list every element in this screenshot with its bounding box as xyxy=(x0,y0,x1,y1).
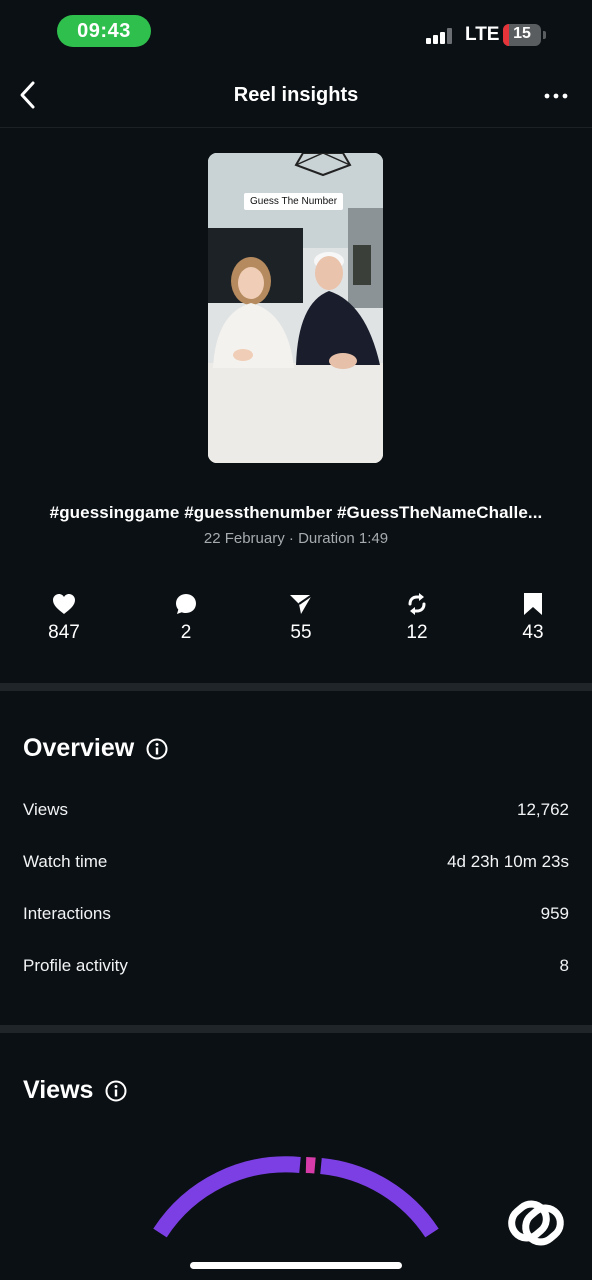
reel-meta: 22 February · Duration 1:49 xyxy=(203,530,389,547)
views-title: Views xyxy=(23,1076,94,1104)
overview-title: Overview xyxy=(23,734,135,762)
more-horizontal-icon xyxy=(544,93,568,99)
status-time: 09:43 xyxy=(57,15,151,47)
nav-bar: Reel insights xyxy=(0,62,592,128)
shares-count: 55 xyxy=(290,622,312,643)
status-bar: 09:43 LTE 15 xyxy=(0,0,592,62)
app-logo-icon xyxy=(508,1200,564,1246)
comment-icon xyxy=(176,594,196,614)
page-title: Reel insights xyxy=(233,84,359,106)
signal-icon xyxy=(426,26,458,44)
gauge-arc-tertiary xyxy=(320,1158,439,1238)
comments-count: 2 xyxy=(180,622,192,643)
network-label: LTE xyxy=(465,24,500,45)
metric-shares: 55 xyxy=(261,590,341,644)
metric-saves: 43 xyxy=(493,590,573,644)
battery-icon: 15 xyxy=(503,24,541,46)
row-label: Watch time xyxy=(23,852,108,871)
section-divider xyxy=(0,683,592,691)
row-label: Interactions xyxy=(23,904,111,923)
row-label: Views xyxy=(23,800,69,819)
likes-count: 847 xyxy=(48,622,80,643)
more-options-button[interactable] xyxy=(540,82,572,110)
row-value: 8 xyxy=(559,956,569,975)
overview-heading: Overview xyxy=(23,734,168,763)
reposts-count: 12 xyxy=(406,622,428,643)
info-icon[interactable] xyxy=(146,738,168,760)
metric-comments: 2 xyxy=(146,590,226,644)
engagement-metrics: 847 2 55 12 43 xyxy=(0,590,592,650)
gauge-arc-secondary xyxy=(305,1157,316,1174)
row-value: 959 xyxy=(540,904,569,923)
bookmark-icon xyxy=(524,593,542,615)
heart-icon xyxy=(53,594,75,614)
battery-tip xyxy=(543,31,546,39)
row-value: 12,762 xyxy=(517,800,569,819)
section-divider xyxy=(0,1025,592,1033)
saves-count: 43 xyxy=(522,622,544,643)
battery-percent: 15 xyxy=(513,25,531,42)
metric-reposts: 12 xyxy=(377,590,457,644)
share-icon xyxy=(290,594,313,614)
overview-row-interactions[interactable]: Interactions 959 xyxy=(23,904,569,924)
home-indicator xyxy=(190,1262,402,1269)
reel-insights-screen: 09:43 LTE 15 Reel insights Guess The Num… xyxy=(0,0,592,1280)
thumbnail-text: Guess The Number xyxy=(244,193,344,210)
overview-row-profile-activity[interactable]: Profile activity 8 xyxy=(23,956,569,976)
metric-likes: 847 xyxy=(24,590,104,644)
reel-thumbnail[interactable]: Guess The Number xyxy=(208,153,383,463)
reel-caption: #guessinggame #guessthenumber #GuessTheN… xyxy=(49,503,543,522)
repost-icon xyxy=(408,593,426,615)
overview-row-views[interactable]: Views 12,762 xyxy=(23,800,569,820)
row-value: 4d 23h 10m 23s xyxy=(447,852,569,871)
row-label: Profile activity xyxy=(23,956,128,975)
views-heading: Views xyxy=(23,1076,127,1105)
info-icon[interactable] xyxy=(105,1080,127,1102)
views-gauge xyxy=(153,1156,439,1238)
overview-row-watch-time[interactable]: Watch time 4d 23h 10m 23s xyxy=(23,852,569,872)
gauge-arc-primary xyxy=(153,1156,301,1238)
